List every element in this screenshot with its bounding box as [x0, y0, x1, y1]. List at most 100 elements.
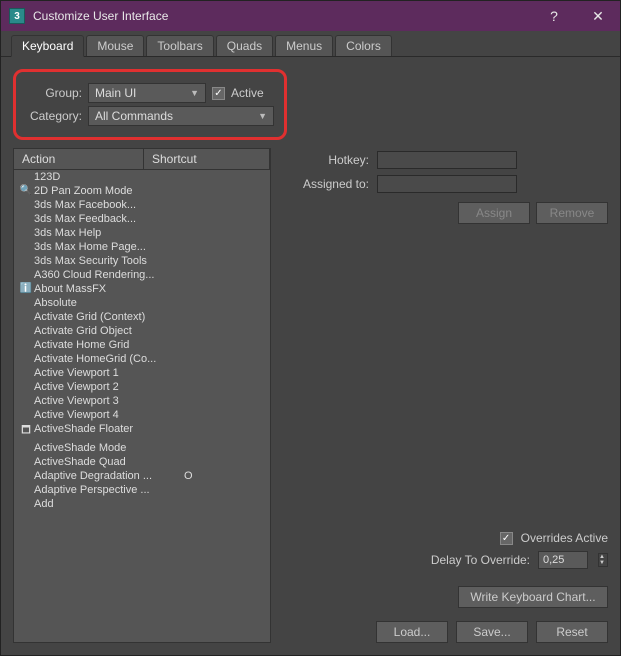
list-item[interactable]: Activate HomeGrid (Co...: [14, 352, 270, 366]
group-value: Main UI: [95, 86, 136, 100]
category-value: All Commands: [95, 109, 173, 123]
list-item[interactable]: Active Viewport 1: [14, 366, 270, 380]
list-item[interactable]: Active Viewport 2: [14, 380, 270, 394]
delay-spinner[interactable]: 0,25: [538, 551, 588, 569]
item-label: About MassFX: [34, 283, 184, 295]
tab-keyboard[interactable]: Keyboard: [11, 35, 84, 57]
list-item[interactable]: 3ds Max Security Tools: [14, 254, 270, 268]
item-label: Activate HomeGrid (Co...: [34, 353, 184, 365]
overrides-checkbox[interactable]: [500, 532, 513, 545]
tab-quads[interactable]: Quads: [216, 35, 273, 56]
item-label: 2D Pan Zoom Mode: [34, 185, 184, 197]
assign-button[interactable]: Assign: [458, 202, 530, 224]
list-item[interactable]: ℹ️About MassFX: [14, 282, 270, 296]
list-item[interactable]: 3ds Max Help: [14, 226, 270, 240]
item-icon: [18, 456, 34, 468]
item-shortcut: [184, 395, 266, 407]
item-label: ActiveShade Mode: [34, 442, 184, 454]
item-icon: [18, 353, 34, 365]
item-shortcut: [184, 241, 266, 253]
hotkey-input[interactable]: [377, 151, 517, 169]
titlebar: 3 Customize User Interface ? ✕: [1, 1, 620, 31]
item-label: Add: [34, 498, 184, 510]
list-item[interactable]: 3ds Max Facebook...: [14, 198, 270, 212]
list-item[interactable]: Activate Home Grid: [14, 338, 270, 352]
app-icon: 3: [9, 8, 25, 24]
item-icon: [18, 311, 34, 323]
list-item[interactable]: Absolute: [14, 296, 270, 310]
list-item[interactable]: 3ds Max Feedback...: [14, 212, 270, 226]
item-icon: [18, 470, 34, 482]
remove-button[interactable]: Remove: [536, 202, 608, 224]
spinner-arrows[interactable]: ▲▼: [598, 553, 608, 567]
list-item[interactable]: 123D: [14, 170, 270, 184]
load-button[interactable]: Load...: [376, 621, 448, 643]
item-label: ActiveShade Quad: [34, 456, 184, 468]
item-icon: [18, 213, 34, 225]
tab-colors[interactable]: Colors: [335, 35, 392, 56]
list-item[interactable]: 🗖ActiveShade Floater: [14, 422, 270, 441]
close-button[interactable]: ✕: [576, 1, 620, 31]
action-list[interactable]: 123D🔍2D Pan Zoom Mode3ds Max Facebook...…: [13, 170, 271, 643]
active-checkbox[interactable]: [212, 87, 225, 100]
item-label: Activate Home Grid: [34, 339, 184, 351]
assigned-label: Assigned to:: [289, 177, 369, 191]
category-select[interactable]: All Commands ▼: [88, 106, 274, 126]
save-button[interactable]: Save...: [456, 621, 528, 643]
list-item[interactable]: Active Viewport 3: [14, 394, 270, 408]
customize-ui-window: 3 Customize User Interface ? ✕ Keyboard …: [0, 0, 621, 656]
assigned-input[interactable]: [377, 175, 517, 193]
list-item[interactable]: A360 Cloud Rendering...: [14, 268, 270, 282]
item-icon: [18, 269, 34, 281]
item-label: ActiveShade Floater: [34, 423, 184, 440]
delay-value: 0,25: [543, 554, 564, 566]
item-icon: [18, 367, 34, 379]
item-shortcut: [184, 423, 266, 440]
item-shortcut: [184, 339, 266, 351]
item-icon: ℹ️: [18, 283, 34, 295]
item-label: 3ds Max Facebook...: [34, 199, 184, 211]
item-icon: [18, 395, 34, 407]
right-panel: Hotkey: Assigned to: Assign Remove Overr…: [289, 148, 608, 643]
item-shortcut: [184, 409, 266, 421]
item-icon: [18, 381, 34, 393]
tab-toolbars[interactable]: Toolbars: [146, 35, 213, 56]
reset-button[interactable]: Reset: [536, 621, 608, 643]
list-item[interactable]: Adaptive Perspective ...: [14, 483, 270, 497]
help-button[interactable]: ?: [532, 1, 576, 31]
item-label: Activate Grid Object: [34, 325, 184, 337]
column-shortcut[interactable]: Shortcut: [144, 149, 270, 169]
overrides-label: Overrides Active: [521, 531, 608, 545]
item-icon: 🔍: [18, 185, 34, 197]
item-label: 3ds Max Feedback...: [34, 213, 184, 225]
chevron-down-icon: ▼: [258, 111, 267, 121]
list-item[interactable]: Activate Grid (Context): [14, 310, 270, 324]
list-item[interactable]: 🔍2D Pan Zoom Mode: [14, 184, 270, 198]
list-item[interactable]: ActiveShade Quad: [14, 455, 270, 469]
list-item[interactable]: Active Viewport 4: [14, 408, 270, 422]
item-icon: [18, 442, 34, 454]
item-shortcut: [184, 283, 266, 295]
item-icon: [18, 171, 34, 183]
item-label: Absolute: [34, 297, 184, 309]
write-chart-button[interactable]: Write Keyboard Chart...: [458, 586, 608, 608]
item-shortcut: [184, 213, 266, 225]
group-select[interactable]: Main UI ▼: [88, 83, 206, 103]
list-item[interactable]: Adaptive Degradation ...O: [14, 469, 270, 483]
tab-mouse[interactable]: Mouse: [86, 35, 144, 56]
active-label: Active: [231, 86, 264, 100]
item-icon: [18, 484, 34, 496]
chevron-down-icon: ▼: [190, 88, 199, 98]
item-shortcut: O: [184, 470, 266, 482]
item-label: 3ds Max Home Page...: [34, 241, 184, 253]
list-item[interactable]: ActiveShade Mode: [14, 441, 270, 455]
column-action[interactable]: Action: [14, 149, 144, 169]
list-item[interactable]: Add: [14, 497, 270, 511]
item-icon: [18, 498, 34, 510]
tab-menus[interactable]: Menus: [275, 35, 333, 56]
list-item[interactable]: 3ds Max Home Page...: [14, 240, 270, 254]
item-label: Active Viewport 3: [34, 395, 184, 407]
item-shortcut: [184, 185, 266, 197]
list-item[interactable]: Activate Grid Object: [14, 324, 270, 338]
item-label: Active Viewport 2: [34, 381, 184, 393]
